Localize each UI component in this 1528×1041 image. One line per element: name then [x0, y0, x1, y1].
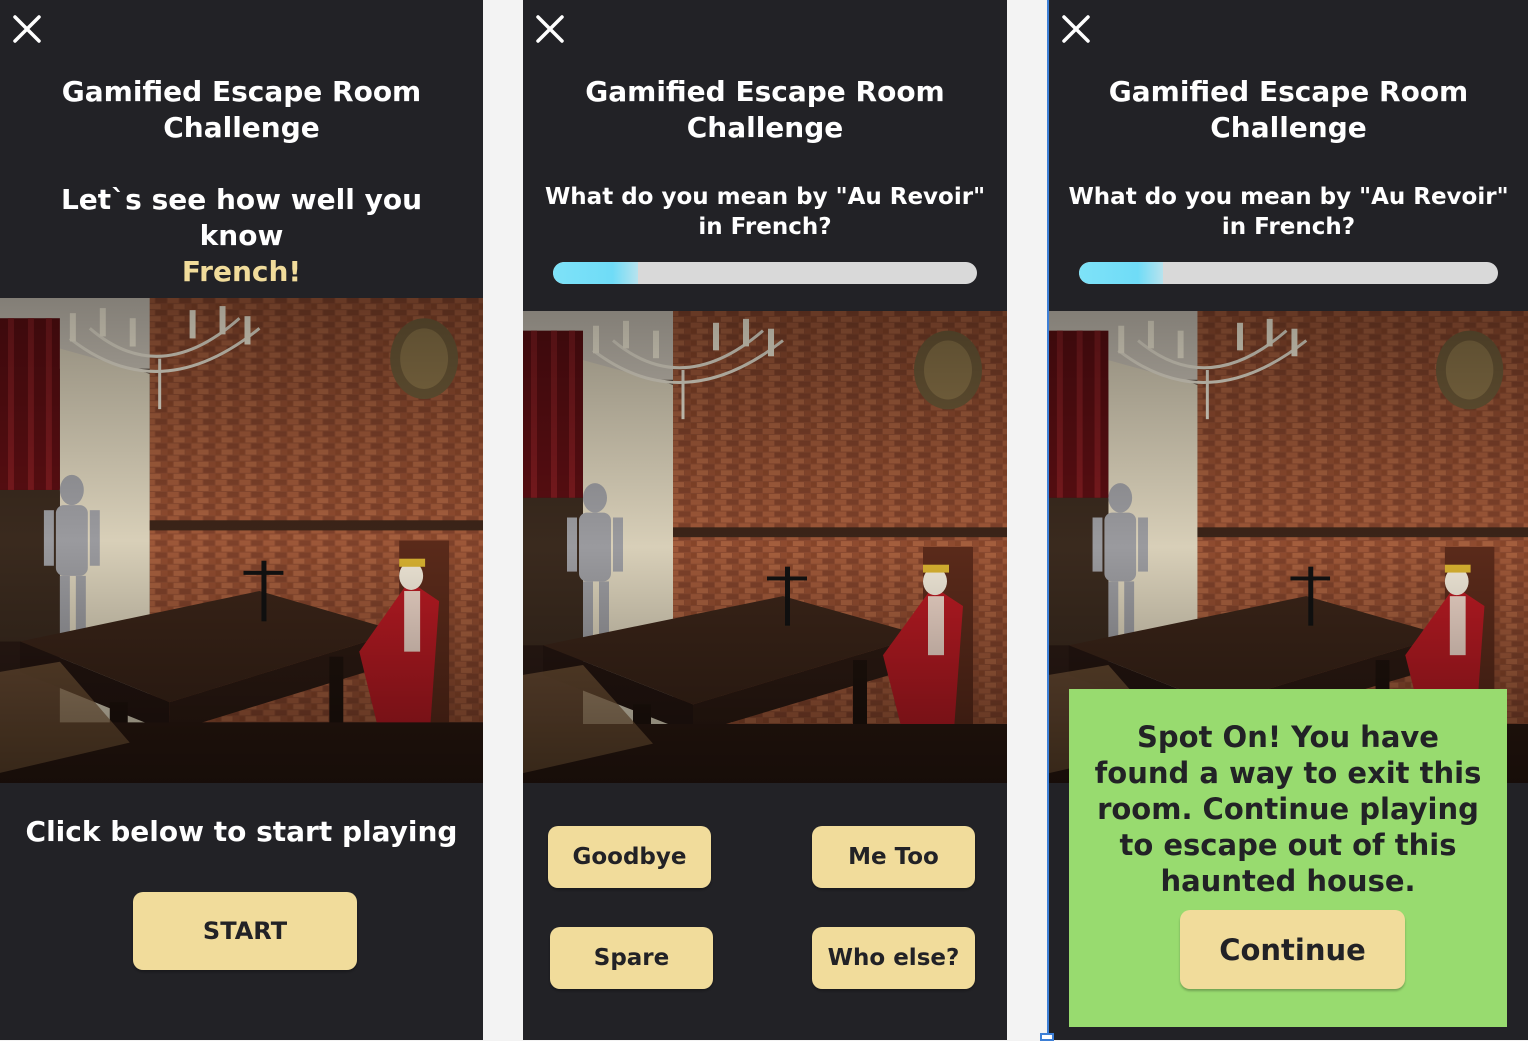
- progress-fill: [1079, 262, 1163, 284]
- progress-bar: [553, 262, 977, 284]
- progress-bar: [1079, 262, 1498, 284]
- close-icon[interactable]: [1061, 14, 1091, 44]
- start-prompt: Click below to start playing: [25, 815, 458, 848]
- close-icon[interactable]: [535, 14, 565, 44]
- intro-text-main: Let`s see how well you know: [60, 183, 423, 252]
- success-screen: Gamified Escape Room Challenge What do y…: [1047, 0, 1528, 1040]
- answer-option-spare[interactable]: Spare: [550, 927, 713, 989]
- success-message: Spot On! You have found a way to exit th…: [1094, 720, 1482, 898]
- success-dialog: Spot On! You have found a way to exit th…: [1069, 689, 1507, 1027]
- intro-text: Let`s see how well you know French!: [0, 182, 483, 290]
- answer-option-goodbye[interactable]: Goodbye: [548, 826, 711, 888]
- page-title: Gamified Escape Room Challenge: [61, 75, 422, 144]
- answer-option-who-else[interactable]: Who else?: [812, 927, 975, 989]
- answer-option-me-too[interactable]: Me Too: [812, 826, 975, 888]
- continue-button[interactable]: Continue: [1180, 910, 1405, 989]
- escape-room-image: [523, 311, 1007, 783]
- escape-room-image: [0, 298, 483, 783]
- progress-fill: [553, 262, 638, 284]
- question-text: What do you mean by "Au Revoir" in Frenc…: [544, 184, 986, 240]
- page-title: Gamified Escape Room Challenge: [585, 75, 945, 144]
- question-screen: Gamified Escape Room Challenge What do y…: [523, 0, 1007, 1040]
- intro-text-highlight: French!: [181, 255, 302, 288]
- intro-screen: Gamified Escape Room Challenge Let`s see…: [0, 0, 483, 1040]
- start-button[interactable]: START: [133, 892, 357, 970]
- page-title: Gamified Escape Room Challenge: [1108, 75, 1469, 144]
- question-text: What do you mean by "Au Revoir" in Frenc…: [1068, 184, 1509, 240]
- close-icon[interactable]: [12, 14, 42, 44]
